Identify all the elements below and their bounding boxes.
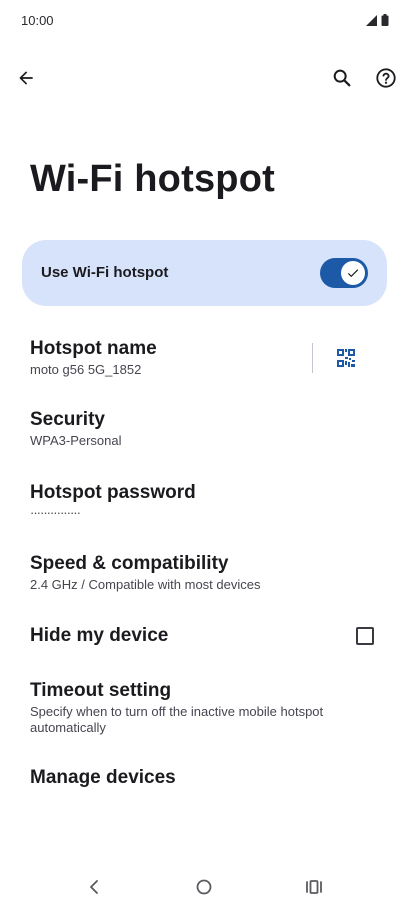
timeout-setting-item[interactable]: Timeout setting Specify when to turn off… xyxy=(0,670,409,740)
use-wifi-hotspot-toggle-card[interactable]: Use Wi-Fi hotspot xyxy=(22,240,387,306)
qr-code-icon xyxy=(337,349,355,367)
signal-icon xyxy=(366,14,377,26)
app-bar xyxy=(0,56,409,100)
search-button[interactable] xyxy=(322,58,362,98)
battery-icon xyxy=(381,14,389,26)
speed-compatibility-title: Speed & compatibility xyxy=(30,553,229,574)
hide-my-device-item[interactable]: Hide my device xyxy=(0,612,409,660)
use-wifi-hotspot-label: Use Wi-Fi hotspot xyxy=(41,264,169,281)
speed-compatibility-item[interactable]: Speed & compatibility 2.4 GHz / Compatib… xyxy=(0,543,409,599)
check-icon xyxy=(347,269,359,278)
manage-devices-item[interactable]: Manage devices xyxy=(0,756,409,804)
hotspot-password-item[interactable]: Hotspot password ··············· xyxy=(0,472,409,528)
nav-recents-icon xyxy=(306,880,322,894)
status-time: 10:00 xyxy=(21,13,54,28)
vertical-divider xyxy=(312,343,313,373)
hotspot-name-summary: moto g56 5G_1852 xyxy=(30,362,142,377)
share-qr-button[interactable] xyxy=(326,338,366,378)
nav-back-icon xyxy=(90,880,98,894)
wifi-hotspot-screen: 10:00 Wi-Fi hotspot Use Wi-Fi hotspot Ho… xyxy=(0,0,409,910)
page-title: Wi-Fi hotspot xyxy=(30,158,275,200)
security-summary: WPA3-Personal xyxy=(30,433,122,448)
status-icons xyxy=(366,14,389,26)
nav-recents-button[interactable] xyxy=(294,872,334,902)
hotspot-password-summary: ··············· xyxy=(30,505,81,520)
nav-home-icon xyxy=(196,879,212,895)
nav-back-button[interactable] xyxy=(74,872,114,902)
use-wifi-hotspot-switch[interactable] xyxy=(320,258,368,288)
arrow-back-icon xyxy=(19,71,33,85)
hide-my-device-checkbox[interactable] xyxy=(356,627,374,645)
hotspot-name-title: Hotspot name xyxy=(30,338,157,359)
nav-home-button[interactable] xyxy=(184,872,224,902)
help-button[interactable] xyxy=(366,58,406,98)
timeout-setting-summary: Specify when to turn off the inactive mo… xyxy=(30,704,324,735)
hide-my-device-title: Hide my device xyxy=(30,625,169,646)
help-circle-icon xyxy=(376,68,396,88)
search-icon xyxy=(333,69,351,87)
speed-compatibility-summary: 2.4 GHz / Compatible with most devices xyxy=(30,577,261,592)
timeout-setting-title: Timeout setting xyxy=(30,680,172,701)
security-title: Security xyxy=(30,409,105,430)
switch-thumb xyxy=(341,261,365,285)
status-bar: 10:00 xyxy=(0,0,409,44)
security-item[interactable]: Security WPA3-Personal xyxy=(0,400,409,456)
manage-devices-title: Manage devices xyxy=(30,767,176,788)
back-button[interactable] xyxy=(6,58,46,98)
system-nav-bar xyxy=(0,866,409,910)
hotspot-password-title: Hotspot password xyxy=(30,482,196,503)
